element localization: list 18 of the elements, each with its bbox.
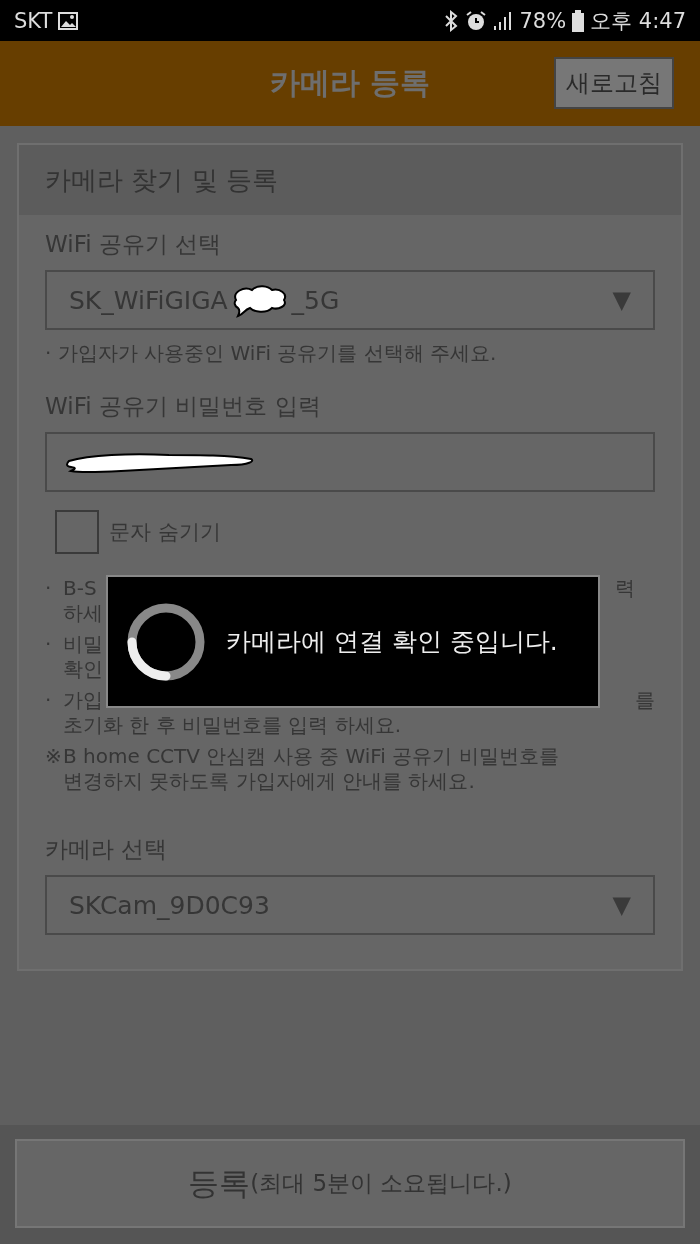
note-bullet: · [45,576,53,602]
password-field[interactable] [45,432,655,492]
clock-time: 오후 4:47 [590,7,686,35]
battery-percent: 78% [519,8,567,33]
hide-characters-checkbox[interactable] [55,510,99,554]
signal-icon [493,10,514,31]
note-bullet: ※ [45,744,61,770]
refresh-button[interactable]: 새로고침 [554,57,674,109]
dialog-message: 카메라에 연결 확인 중입니다. [226,626,558,658]
bluetooth-icon [443,9,460,32]
carrier-name: SKT [14,8,53,33]
image-icon [58,11,79,30]
note-bullet: · [45,688,53,714]
alarm-icon [465,9,488,32]
spinner-icon [126,601,206,682]
page-title: 카메라 등록 [269,64,431,102]
note-bullet: · [45,632,53,658]
battery-icon [572,9,585,32]
